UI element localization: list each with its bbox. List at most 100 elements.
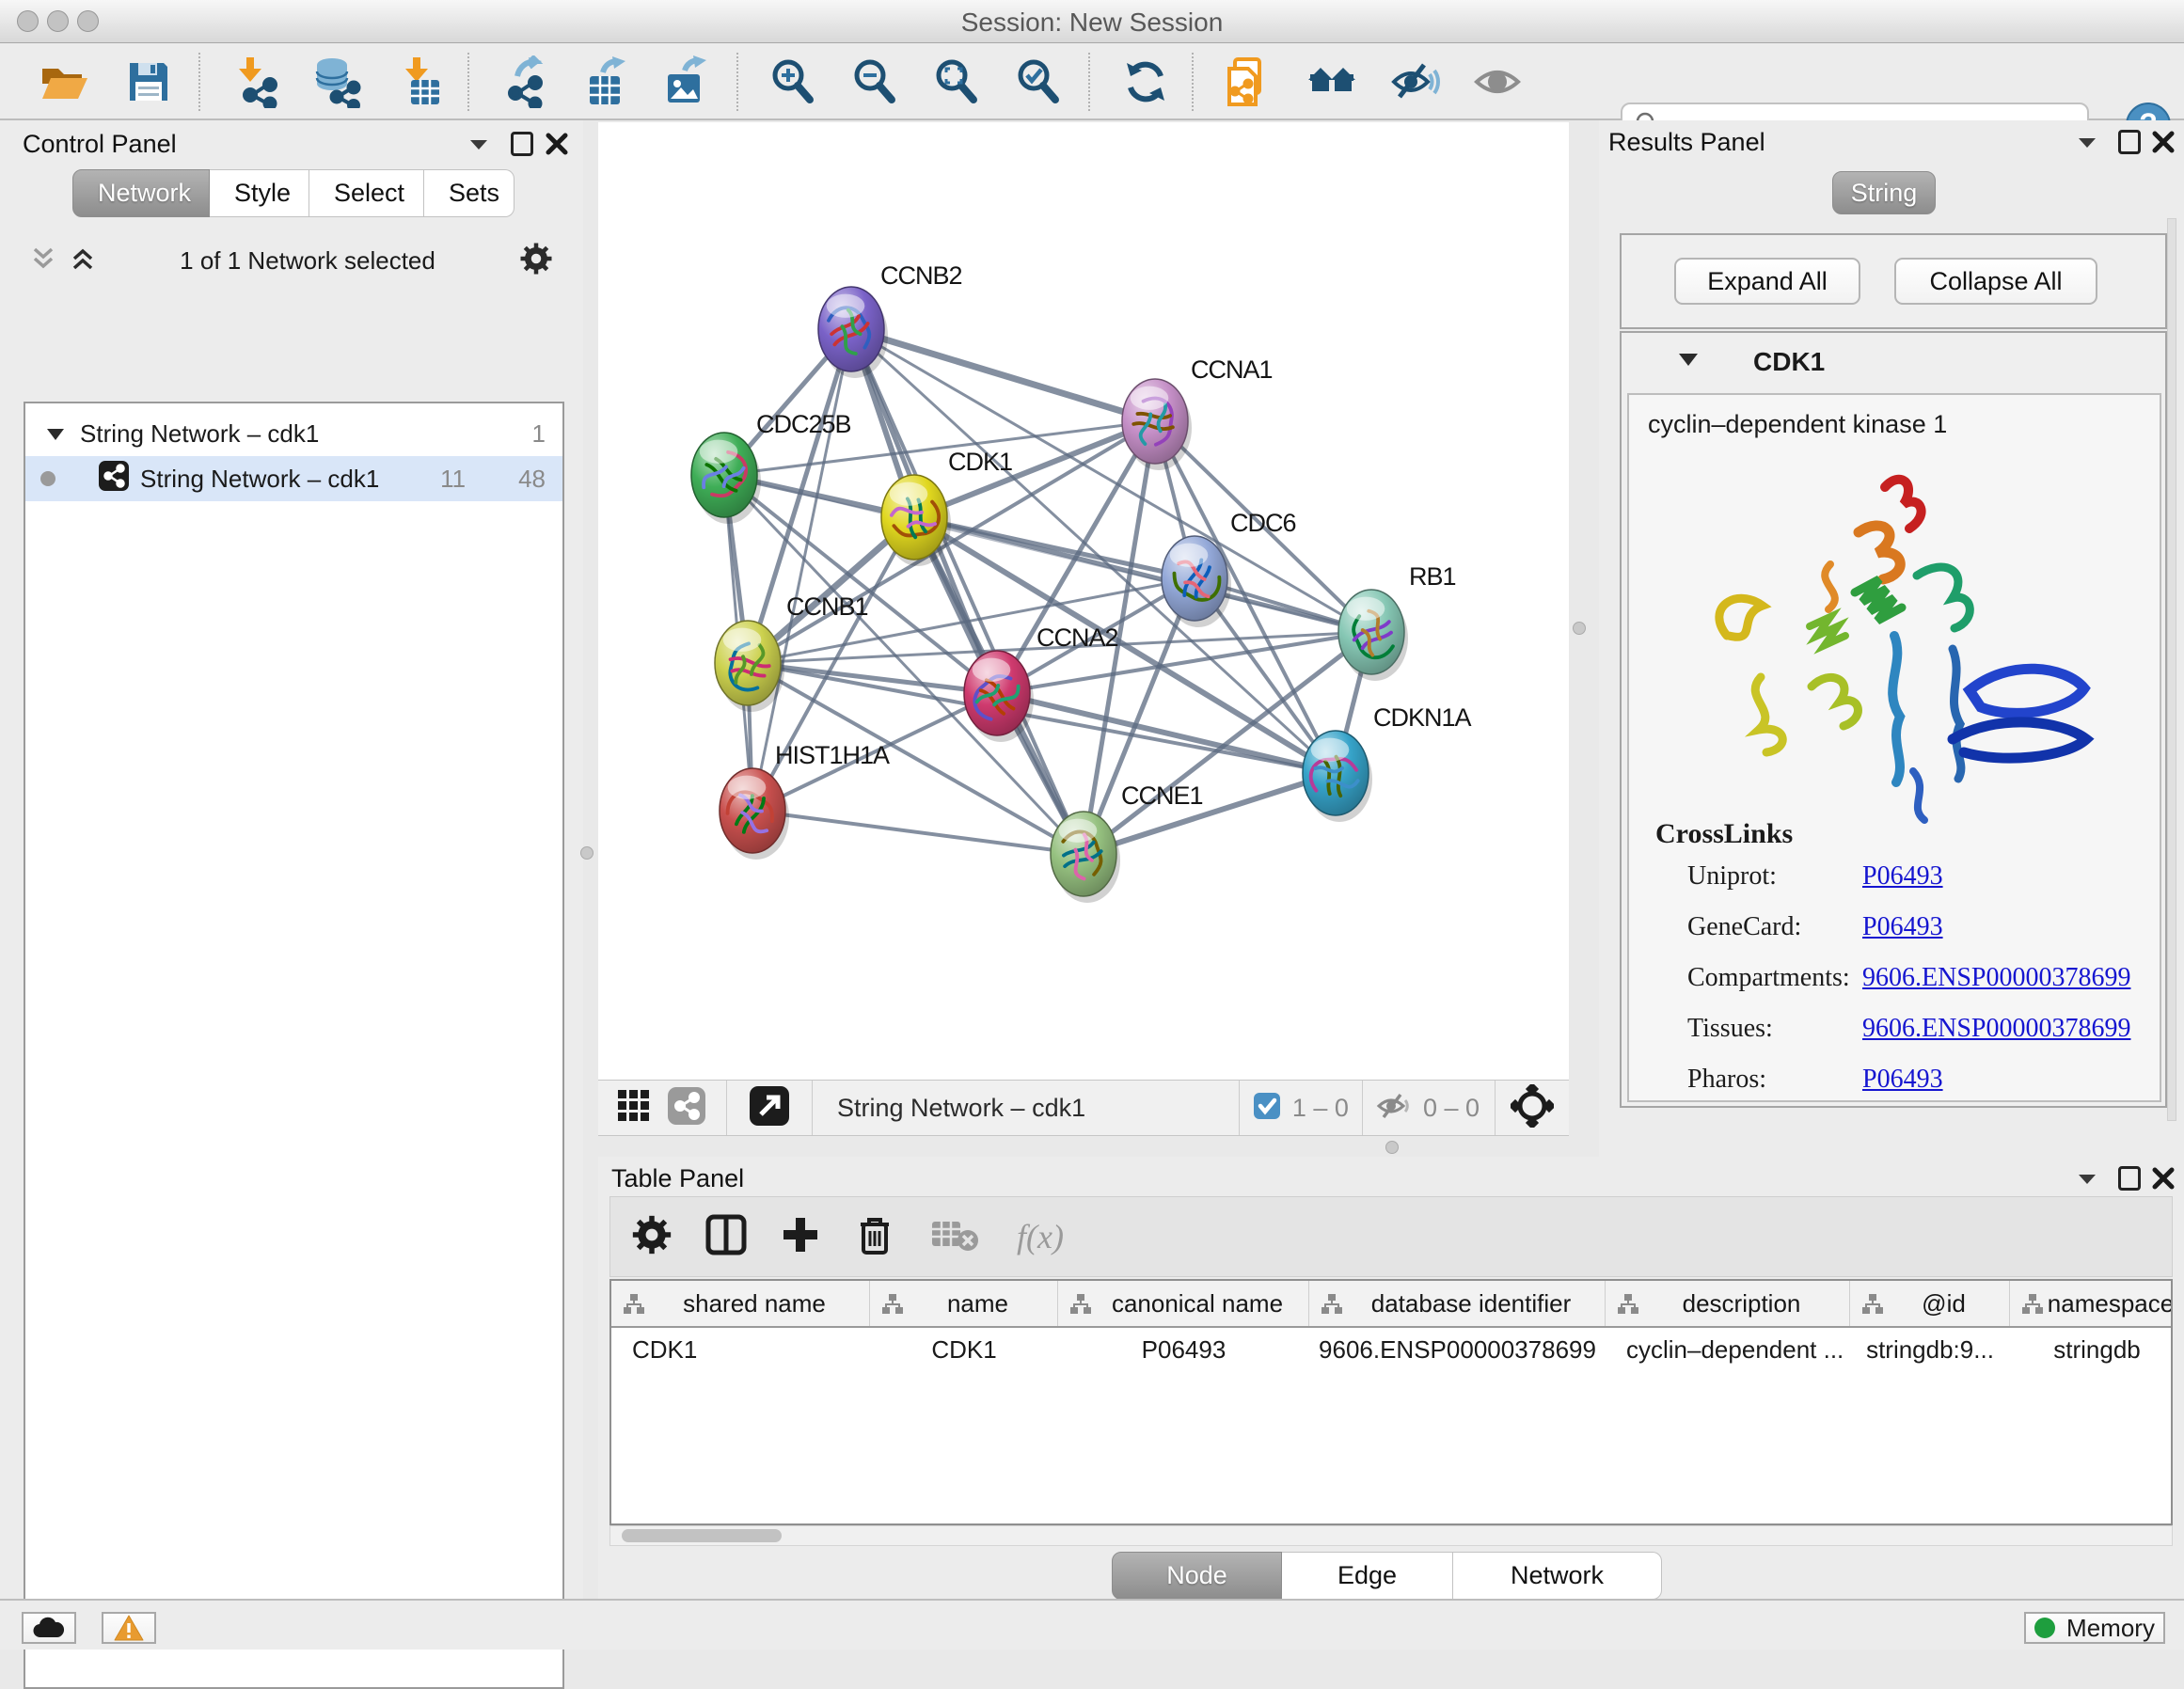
graph-node-CCNE1[interactable]: [1051, 812, 1120, 903]
graph-edge-CCNB2-CCNE1[interactable]: [851, 329, 1084, 854]
zoom-fit-icon[interactable]: [930, 55, 983, 108]
tab-select[interactable]: Select: [309, 169, 424, 217]
expand-all-chevron-icon[interactable]: [70, 245, 96, 276]
table-settings-gear-icon[interactable]: [631, 1214, 673, 1260]
zoom-selected-icon[interactable]: [1012, 55, 1065, 108]
crosslink-value-link[interactable]: P06493: [1862, 912, 1943, 942]
crosslink-value-link[interactable]: 9606.ENSP00000378699: [1862, 963, 2130, 993]
column-header-namespace[interactable]: namespace: [2010, 1281, 2173, 1326]
table-cell[interactable]: 9606.ENSP00000378699: [1309, 1335, 1606, 1365]
home-networks-icon[interactable]: [1306, 55, 1359, 108]
scrollbar-thumb[interactable]: [622, 1529, 782, 1542]
left-divider-handle[interactable]: [580, 846, 593, 860]
column-header-shared-name[interactable]: shared name: [611, 1281, 870, 1326]
create-column-icon[interactable]: [780, 1214, 821, 1260]
open-in-browser-icon[interactable]: [750, 1086, 789, 1130]
graph-node-CCNB1[interactable]: [715, 621, 784, 712]
bottom-divider-handle[interactable]: [1385, 1141, 1399, 1154]
graph-node-CDK1[interactable]: [881, 475, 951, 566]
tab-edge-table[interactable]: Edge Table: [1282, 1552, 1453, 1600]
cloud-status-button[interactable]: [22, 1612, 76, 1644]
table-cell[interactable]: cyclin–dependent ...: [1606, 1335, 1850, 1365]
control-panel-float-icon[interactable]: [511, 132, 533, 156]
save-session-icon[interactable]: [122, 55, 175, 108]
network-options-gear-icon[interactable]: [519, 242, 553, 280]
show-columns-icon[interactable]: [704, 1213, 748, 1261]
network-tree-child-row[interactable]: String Network – cdk1 11 48: [25, 456, 562, 501]
tree-expand-icon[interactable]: [46, 419, 65, 449]
birdseye-view-icon[interactable]: [1511, 1084, 1554, 1132]
graph-node-CCNB2[interactable]: [818, 287, 888, 378]
hide-eye-icon[interactable]: [1388, 55, 1441, 108]
crosslink-value-link[interactable]: P06493: [1862, 1065, 1943, 1095]
tab-sets[interactable]: Sets: [424, 169, 514, 217]
table-panel-float-icon[interactable]: [2118, 1166, 2141, 1191]
crosslink-value-link[interactable]: P06493: [1862, 861, 1943, 892]
tab-network-table[interactable]: Network Table: [1453, 1552, 1662, 1600]
grid-view-icon[interactable]: [617, 1089, 651, 1128]
column-header-database-identifier[interactable]: database identifier: [1309, 1281, 1606, 1326]
hidden-eye-icon[interactable]: [1376, 1091, 1414, 1126]
protein-section-header[interactable]: CDK1: [1622, 333, 2165, 391]
warnings-button[interactable]: [102, 1612, 156, 1644]
protein-collapse-icon[interactable]: [1678, 352, 1699, 372]
memory-button[interactable]: Memory: [2024, 1612, 2165, 1644]
export-network-icon[interactable]: [497, 55, 549, 108]
network-tree-root-row[interactable]: String Network – cdk1 1: [25, 411, 562, 456]
graph-node-CDKN1A[interactable]: [1303, 731, 1372, 822]
column-header-description[interactable]: description: [1606, 1281, 1850, 1326]
table-cell[interactable]: stringdb:9...: [1850, 1335, 2010, 1365]
graph-node-HIST1H1A[interactable]: [720, 768, 789, 860]
export-table-icon[interactable]: [578, 55, 631, 108]
network-canvas[interactable]: CCNB2CCNA1CDC25BCDK1CDC6RB1CCNB1CCNA2CDK…: [598, 122, 1569, 1080]
open-session-icon[interactable]: [38, 55, 90, 108]
column-header--id[interactable]: @id: [1850, 1281, 2010, 1326]
results-panel-close-icon[interactable]: [2152, 131, 2175, 158]
graph-edge-CDK1-RB1[interactable]: [914, 517, 1371, 632]
table-cell[interactable]: CDK1: [611, 1335, 870, 1365]
table-row[interactable]: CDK1CDK1P064939606.ENSP00000378699cyclin…: [611, 1328, 2171, 1371]
import-network-icon[interactable]: [228, 55, 280, 108]
tab-string[interactable]: String: [1832, 171, 1936, 214]
selected-checkbox-icon[interactable]: [1253, 1092, 1281, 1125]
delete-column-trash-icon[interactable]: [855, 1213, 894, 1261]
results-scrollbar[interactable]: [2167, 218, 2176, 1121]
graph-edge-CCNB2-HIST1H1A[interactable]: [752, 329, 851, 811]
collapse-all-button[interactable]: Collapse All: [1894, 258, 2097, 305]
tab-node-table[interactable]: Node Table: [1112, 1552, 1282, 1600]
graph-node-RB1[interactable]: [1338, 590, 1408, 681]
results-panel-menu-icon[interactable]: [2077, 135, 2097, 155]
export-image-icon[interactable]: [658, 55, 711, 108]
right-divider-handle[interactable]: [1573, 622, 1586, 635]
collapse-all-chevron-icon[interactable]: [30, 245, 56, 276]
crosslink-value-link[interactable]: 9606.ENSP00000378699: [1862, 1014, 2130, 1044]
results-panel-float-icon[interactable]: [2118, 130, 2141, 154]
function-builder-icon[interactable]: f(x): [1017, 1217, 1064, 1256]
table-cell[interactable]: P06493: [1058, 1335, 1309, 1365]
copy-style-icon[interactable]: [1220, 55, 1273, 108]
show-eye-icon[interactable]: [1471, 55, 1524, 108]
control-panel-close-icon[interactable]: [546, 133, 568, 160]
table-cell[interactable]: stringdb: [2010, 1335, 2173, 1365]
zoom-out-icon[interactable]: [848, 55, 901, 108]
import-table-icon[interactable]: [394, 55, 447, 108]
graph-edge-CCNB1-CCNA2[interactable]: [748, 663, 997, 693]
column-header-name[interactable]: name: [870, 1281, 1058, 1326]
table-panel-menu-icon[interactable]: [2077, 1172, 2097, 1192]
table-panel-close-icon[interactable]: [2152, 1167, 2175, 1194]
zoom-in-icon[interactable]: [767, 55, 819, 108]
graph-edge-CDC6-CCNB1[interactable]: [748, 578, 1195, 663]
graph-node-CCNA2[interactable]: [964, 651, 1034, 742]
column-header-canonical-name[interactable]: canonical name: [1058, 1281, 1309, 1326]
network-share-view-icon[interactable]: [668, 1087, 705, 1129]
delete-table-icon[interactable]: [930, 1216, 979, 1258]
expand-all-button[interactable]: Expand All: [1674, 258, 1860, 305]
table-horizontal-scrollbar[interactable]: [609, 1525, 2173, 1546]
refresh-icon[interactable]: [1119, 55, 1172, 108]
node-table[interactable]: shared namenamecanonical namedatabase id…: [609, 1279, 2173, 1525]
tab-network[interactable]: Network: [72, 169, 210, 217]
graph-edge-HIST1H1A-CCNE1[interactable]: [752, 811, 1084, 854]
tab-style[interactable]: Style: [210, 169, 309, 217]
table-cell[interactable]: CDK1: [870, 1335, 1058, 1365]
import-database-icon[interactable]: [309, 55, 362, 108]
